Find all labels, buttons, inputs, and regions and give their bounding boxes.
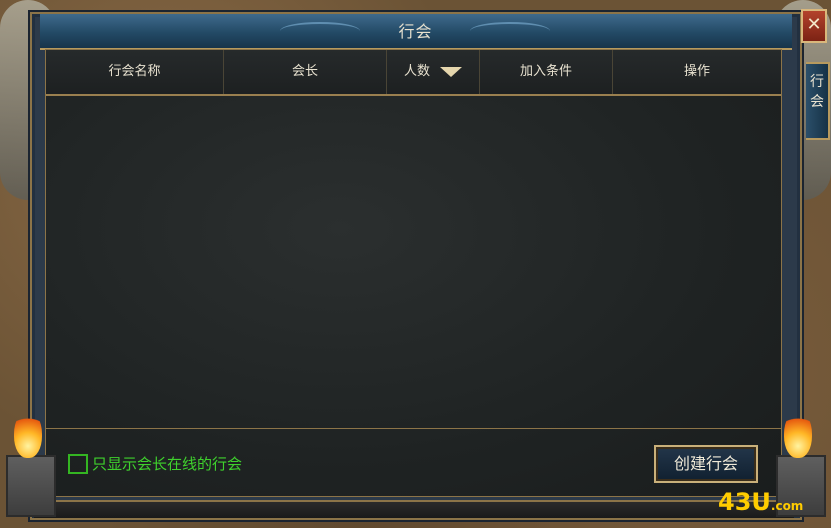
left-pillar <box>6 455 56 517</box>
close-button[interactable]: ✕ <box>801 9 827 43</box>
online-leader-checkbox-label[interactable]: 只显示会长在线的行会 <box>92 453 242 474</box>
guild-list-body[interactable] <box>46 96 781 428</box>
column-leader[interactable]: 会长 <box>224 50 387 94</box>
column-member-count[interactable]: 人数 <box>387 50 480 94</box>
guild-list-panel: 行会名称 会长 人数 加入条件 操作 只显示会长在线的行会 创建行会 <box>45 49 782 497</box>
sort-triangle-icon[interactable] <box>440 66 462 77</box>
create-guild-button[interactable]: 创建行会 <box>654 445 758 483</box>
table-header: 行会名称 会长 人数 加入条件 操作 <box>46 50 781 96</box>
column-join-condition[interactable]: 加入条件 <box>480 50 613 94</box>
tab-guild[interactable]: 行 会 <box>806 62 830 140</box>
column-guild-name[interactable]: 行会名称 <box>46 50 224 94</box>
tab-guild-label: 行 会 <box>810 74 824 110</box>
right-flame-icon <box>784 410 812 458</box>
bottom-bar <box>34 500 794 518</box>
online-leader-filter[interactable]: 只显示会长在线的行会 <box>68 453 242 474</box>
window-title: 行会 <box>398 22 433 41</box>
online-leader-checkbox[interactable] <box>68 453 88 474</box>
left-flame-icon <box>14 410 42 458</box>
logo-main: 43U <box>718 488 771 516</box>
logo-suffix: .com <box>770 499 804 513</box>
footer-divider <box>46 428 781 429</box>
column-action[interactable]: 操作 <box>613 50 781 94</box>
column-member-count-label: 人数 <box>403 64 430 79</box>
site-watermark-logo: 43U.com <box>718 488 803 516</box>
